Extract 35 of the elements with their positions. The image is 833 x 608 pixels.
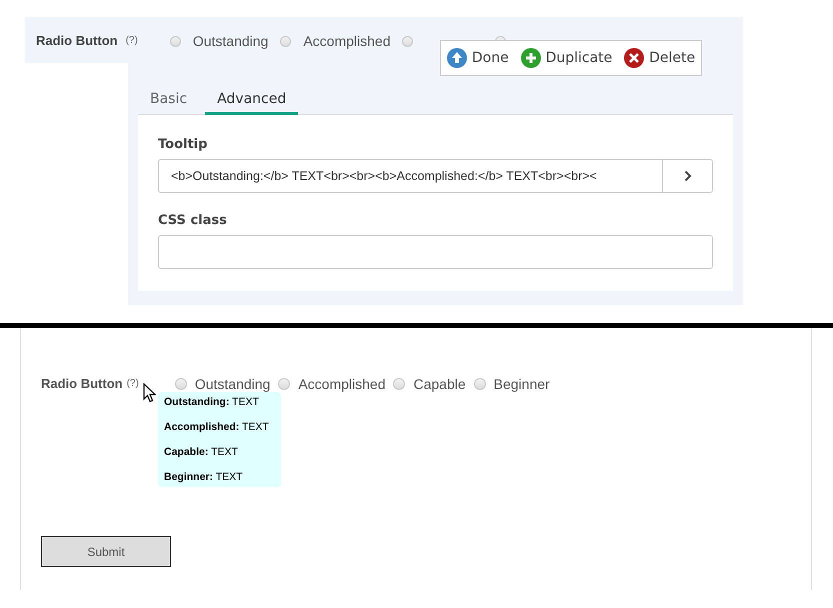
- option-label: Outstanding: [194, 376, 270, 392]
- field-label: Radio Button: [36, 32, 118, 48]
- field-label: Radio Button: [41, 376, 123, 390]
- radio-button[interactable]: [393, 378, 406, 390]
- tooltip-line: Capable: TEXT: [164, 446, 239, 458]
- tooltip-line: Beginner: TEXT: [164, 471, 244, 483]
- tooltip-field[interactable]: <b>Outstanding:</b> TEXT<br><br><b>Accomplished:</b> TEXT<br><br><: [158, 159, 663, 193]
- expand-button[interactable]: [663, 159, 713, 193]
- plus-icon: [520, 48, 541, 68]
- css-class-field[interactable]: [158, 235, 713, 269]
- option-label: Outstanding: [192, 33, 268, 49]
- tooltip-line: Outstanding: TEXT: [164, 396, 260, 408]
- radio-button[interactable]: [278, 378, 290, 390]
- radio-button[interactable]: [280, 36, 292, 46]
- done-button[interactable]: Done: [446, 48, 509, 68]
- tooltip-line: Accomplished: TEXT: [164, 421, 270, 433]
- option-label: Accomplished: [303, 33, 390, 49]
- radio-button[interactable]: [474, 378, 486, 390]
- help-link[interactable]: (?): [126, 34, 138, 46]
- close-icon: [624, 48, 644, 68]
- submit-button[interactable]: Submit: [41, 536, 171, 567]
- option-label: Beginner: [494, 376, 550, 392]
- help-link[interactable]: (?): [126, 378, 139, 388]
- cursor-icon: [143, 383, 156, 403]
- field-label: Tooltip: [158, 137, 208, 152]
- radio-button[interactable]: [174, 378, 187, 390]
- radio-button[interactable]: [402, 36, 414, 46]
- option-label: Capable: [413, 376, 466, 392]
- option-label: Accomplished: [298, 376, 386, 392]
- delete-button[interactable]: Delete: [624, 48, 696, 68]
- chevron-right-icon: [684, 170, 692, 182]
- field-label: CSS class: [158, 213, 228, 228]
- radio-button[interactable]: [170, 36, 181, 46]
- duplicate-button[interactable]: Duplicate: [520, 48, 612, 68]
- tab[interactable]: Basic: [138, 86, 200, 115]
